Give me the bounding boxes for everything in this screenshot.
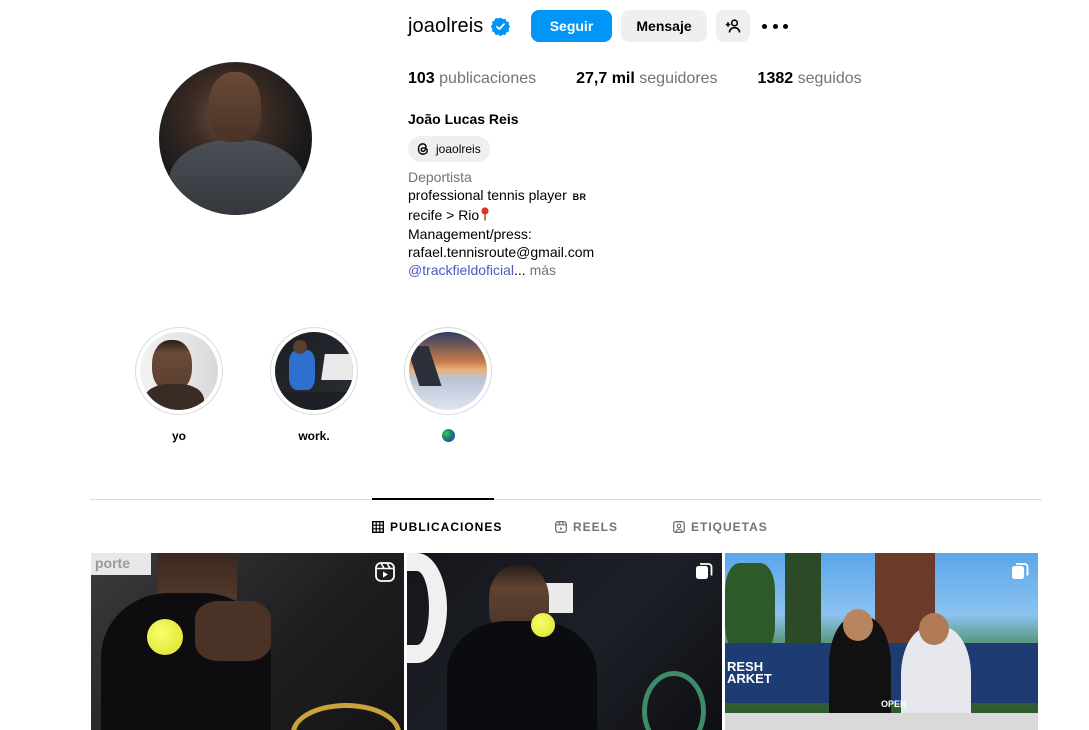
highlight-label: work.: [298, 429, 330, 443]
username: joaolreis: [408, 14, 484, 37]
tagged-icon: [673, 521, 685, 533]
highlight-ring: [135, 327, 223, 415]
active-tab-indicator: [372, 498, 494, 500]
bio-line: @trackfieldoficial... más: [408, 262, 557, 279]
highlight-item[interactable]: yo: [135, 327, 223, 445]
username-row: joaolreis: [408, 10, 511, 42]
bio-email: rafael.tennisroute@gmail.com: [408, 243, 595, 260]
bio-line: professional tennis player BR: [408, 187, 587, 204]
threads-link[interactable]: joaolreis: [408, 136, 490, 162]
bio-line: recife > Rio: [408, 206, 594, 224]
avatar-shirt: [169, 140, 304, 215]
message-button[interactable]: Mensaje: [621, 10, 707, 42]
highlight-ring: [270, 327, 358, 415]
highlight-cover: [275, 332, 353, 410]
followers-stat[interactable]: 27,7 mil seguidores: [576, 70, 717, 88]
avatar-face: [209, 72, 261, 142]
highlight-item[interactable]: work.: [270, 327, 358, 445]
bio-line: Management/press:: [408, 225, 532, 242]
highlight-cover: [409, 332, 487, 410]
highlight-label: yo: [171, 429, 186, 443]
add-user-icon: [725, 19, 741, 33]
highlight-label: [404, 429, 492, 445]
verified-badge-icon: [491, 16, 511, 36]
post-thumbnail[interactable]: [407, 553, 722, 730]
bio-more-link[interactable]: más: [526, 262, 556, 278]
highlight-item[interactable]: [404, 327, 492, 445]
full-name: João Lucas Reis: [408, 111, 519, 127]
bio: Deportista professional tennis player BR…: [408, 168, 594, 279]
follow-button[interactable]: Seguir: [531, 10, 612, 42]
tab-posts[interactable]: PUBLICACIONES: [372, 519, 502, 535]
tabs-divider: [90, 499, 1042, 500]
suggested-users-button[interactable]: [716, 10, 750, 42]
more-dot-icon: [762, 23, 767, 29]
threads-handle: joaolreis: [436, 142, 481, 156]
tab-tagged[interactable]: ETIQUETAS: [673, 519, 768, 535]
post-overlay-text: OPEN: [881, 699, 907, 709]
highlight-ring: [404, 327, 492, 415]
profile-stats: 103 publicaciones 27,7 mil seguidores 13…: [408, 70, 902, 88]
carousel-icon: [1012, 563, 1029, 579]
posts-stat: 103 publicaciones: [408, 70, 537, 87]
post-thumbnail[interactable]: RESH ARKET OPEN: [725, 553, 1038, 730]
reels-icon: [555, 521, 567, 533]
threads-icon: [417, 143, 428, 155]
post-thumbnail[interactable]: porte: [91, 553, 404, 730]
globe-icon: [441, 429, 455, 442]
pushpin-icon: [481, 207, 489, 221]
more-dot-icon: [783, 23, 788, 29]
reel-icon: [375, 562, 395, 582]
carousel-icon: [696, 563, 713, 579]
highlight-cover: [140, 332, 218, 410]
grid-icon: [372, 521, 384, 533]
following-stat[interactable]: 1382 seguidos: [758, 70, 862, 88]
post-overlay-text: porte: [95, 555, 130, 571]
flag-badge: BR: [572, 192, 587, 203]
tab-reels[interactable]: REELS: [555, 519, 618, 535]
post-overlay-text: RESH ARKET: [727, 659, 772, 686]
bio-mention-link[interactable]: @trackfieldoficial: [408, 262, 514, 278]
profile-category: Deportista: [408, 169, 472, 185]
more-dot-icon: [772, 23, 778, 29]
profile-avatar[interactable]: [159, 62, 312, 215]
more-options-button[interactable]: [762, 16, 788, 36]
